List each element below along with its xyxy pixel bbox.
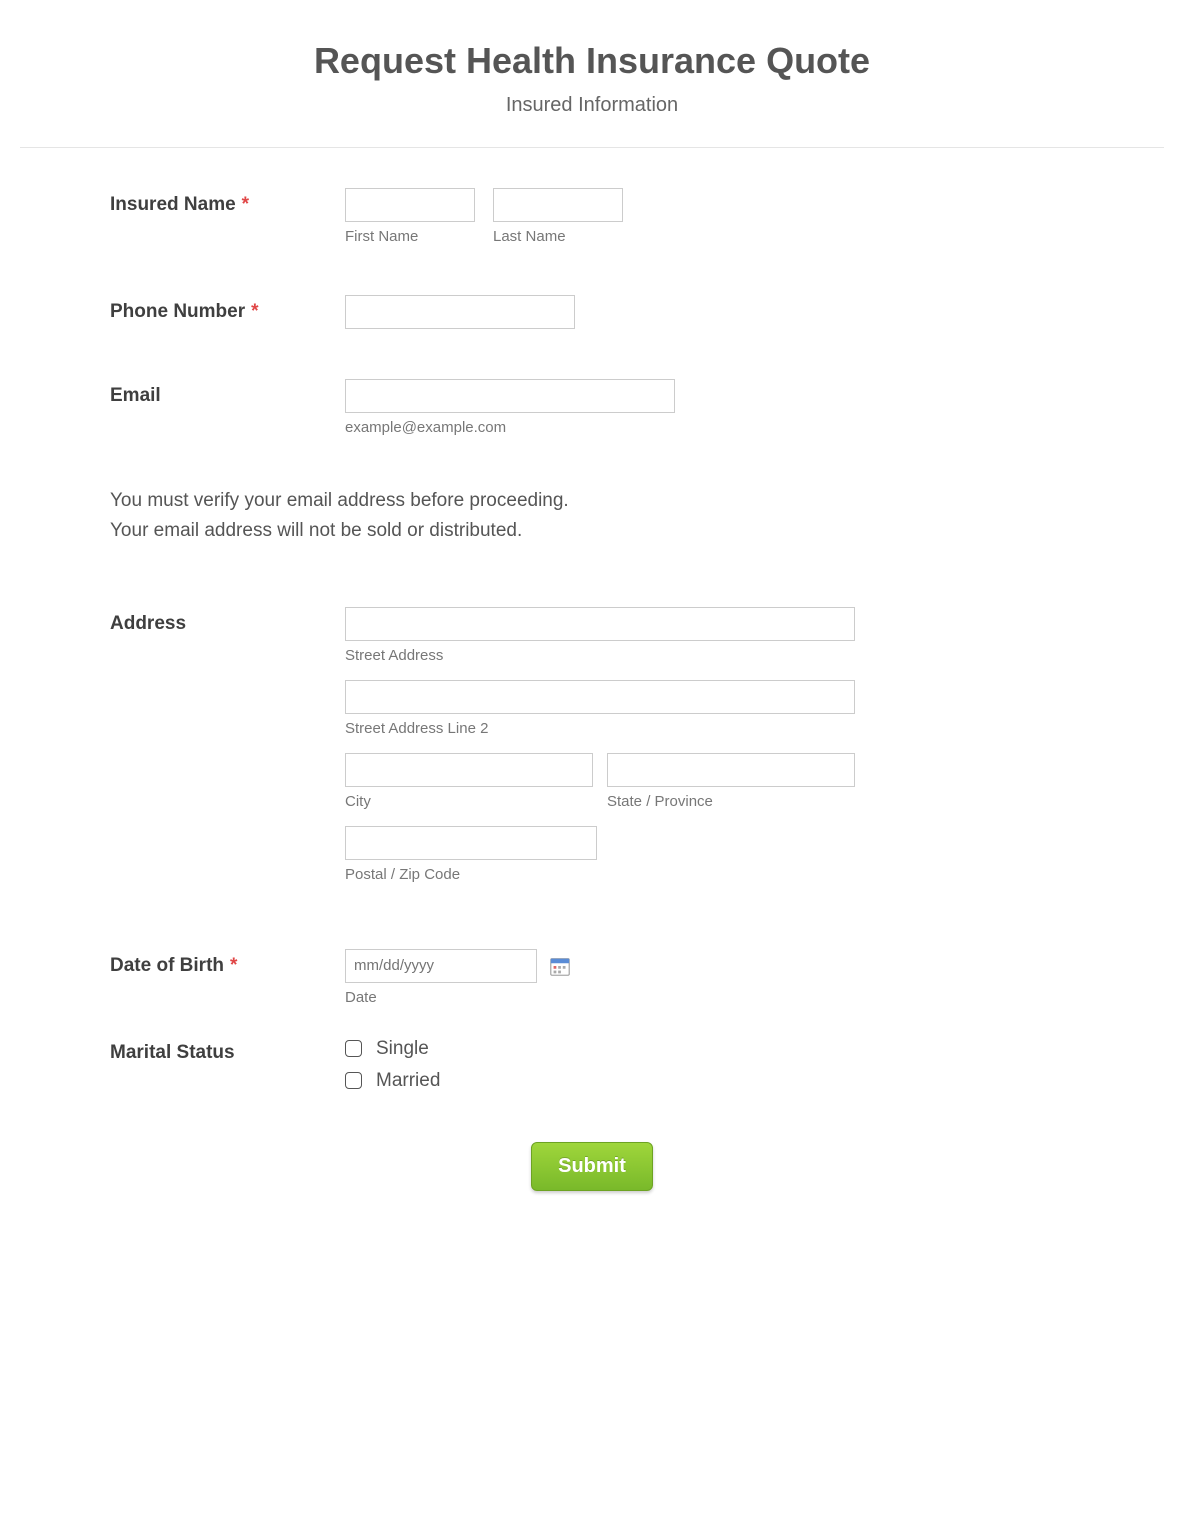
zip-input[interactable] (345, 826, 597, 860)
checkbox-icon (345, 1040, 362, 1057)
submit-button[interactable]: Submit (531, 1142, 653, 1191)
city-sublabel: City (345, 793, 593, 810)
last-name-input[interactable] (493, 188, 623, 222)
email-verify-info: You must verify your email address befor… (110, 486, 1074, 547)
checkbox-icon (345, 1072, 362, 1089)
first-name-input[interactable] (345, 188, 475, 222)
zip-sublabel: Postal / Zip Code (345, 866, 1074, 883)
page-title: Request Health Insurance Quote (0, 40, 1184, 82)
street-address-2-sublabel: Street Address Line 2 (345, 720, 1074, 737)
first-name-sublabel: First Name (345, 228, 475, 245)
calendar-icon[interactable] (549, 955, 571, 977)
row-phone: Phone Number* (110, 295, 1074, 329)
city-input[interactable] (345, 753, 593, 787)
row-insured-name: Insured Name* First Name Last Name (110, 188, 1074, 245)
row-address: Address Street Address Street Address Li… (110, 607, 1074, 899)
phone-input[interactable] (345, 295, 575, 329)
dob-sublabel: Date (345, 989, 1074, 1006)
row-dob: Date of Birth* Date (110, 949, 1074, 1006)
required-indicator: * (242, 194, 249, 215)
state-input[interactable] (607, 753, 855, 787)
street-address-sublabel: Street Address (345, 647, 1074, 664)
street-address-input[interactable] (345, 607, 855, 641)
required-indicator: * (230, 955, 237, 976)
marital-option-label: Single (376, 1038, 429, 1060)
email-label: Email (110, 385, 161, 406)
page-subtitle: Insured Information (0, 94, 1184, 117)
form-body: Insured Name* First Name Last Name Phone… (0, 188, 1184, 1191)
marital-option-label: Married (376, 1070, 440, 1092)
email-sublabel: example@example.com (345, 419, 1074, 436)
header-divider (20, 147, 1164, 148)
phone-label: Phone Number* (110, 301, 259, 322)
dob-label: Date of Birth* (110, 955, 237, 976)
info-line-1: You must verify your email address befor… (110, 486, 1074, 516)
last-name-sublabel: Last Name (493, 228, 623, 245)
row-email: Email example@example.com (110, 379, 1074, 436)
address-label: Address (110, 613, 186, 634)
required-indicator: * (251, 301, 258, 322)
row-marital-status: Marital Status Single Married (110, 1036, 1074, 1092)
insured-name-label: Insured Name* (110, 194, 249, 215)
dob-input[interactable] (345, 949, 537, 983)
marital-option-married[interactable]: Married (345, 1070, 1074, 1092)
email-input[interactable] (345, 379, 675, 413)
info-line-2: Your email address will not be sold or d… (110, 516, 1074, 546)
marital-option-single[interactable]: Single (345, 1038, 1074, 1060)
marital-status-label: Marital Status (110, 1042, 235, 1063)
street-address-2-input[interactable] (345, 680, 855, 714)
state-sublabel: State / Province (607, 793, 855, 810)
form-header: Request Health Insurance Quote Insured I… (0, 40, 1184, 117)
